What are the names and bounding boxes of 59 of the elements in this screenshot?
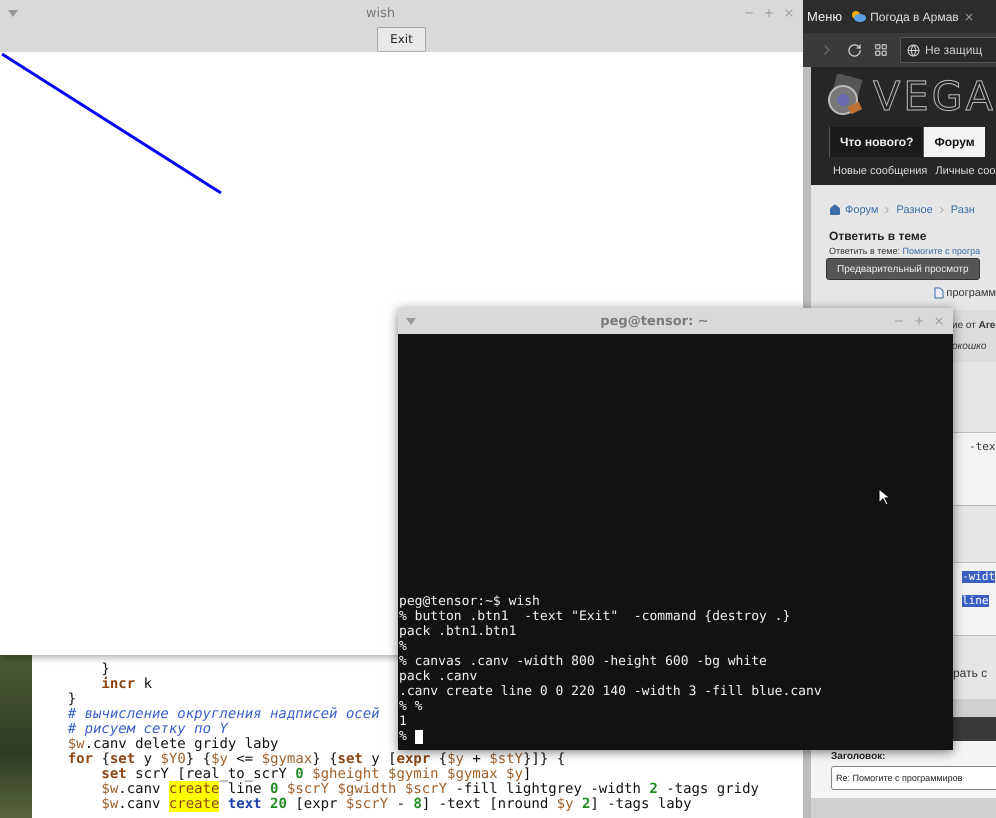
close-icon[interactable] (933, 315, 945, 327)
code-line: for {set y $Y0} {$y <= $gymax} {set y [expr {$y + $stY}]} { (66, 752, 566, 767)
nav-link[interactable]: Новые сообщения (833, 165, 928, 177)
menu-button[interactable]: Меню (807, 9, 842, 24)
nav-link[interactable]: Личные соо (935, 165, 996, 177)
code-line: } (66, 692, 76, 707)
grid-icon[interactable] (874, 43, 888, 57)
text-cursor (414, 730, 423, 744)
terminal-line: % % (399, 699, 422, 714)
quote-text: окошко (952, 341, 988, 352)
code-line: $w.canv create line 0 $scrY $gwidth $scrY -fill lightgrey -width 2 -tags gridy (100, 782, 759, 797)
globe-icon (907, 44, 920, 56)
logo-text: VEGA (873, 74, 996, 120)
menu-triangle-icon[interactable] (8, 10, 18, 16)
tab-title[interactable]: Погода в Армав (870, 10, 959, 24)
code-line: } (100, 662, 110, 677)
terminal-line: pack .canv (399, 669, 478, 684)
window-title: peg@tensor: ~ (599, 314, 710, 328)
field-label: Заголовок: (831, 751, 887, 762)
code-line: incr k (100, 677, 152, 692)
nav-tab[interactable]: Что нового? (829, 127, 924, 157)
close-icon[interactable] (783, 7, 795, 19)
reply-info: Ответить в теме: Помогите с програ (829, 246, 982, 256)
breadcrumb-link[interactable]: Форум (845, 204, 878, 216)
maximize-icon[interactable] (763, 7, 775, 19)
code-line: $w.canv delete gridy laby (66, 737, 278, 752)
section-heading: Ответить в теме (829, 229, 928, 243)
terminal-line: 1 (399, 714, 407, 729)
breadcrumb-link[interactable]: Разное (896, 204, 933, 216)
post-title: программ (946, 287, 996, 299)
reload-icon[interactable] (847, 42, 862, 58)
home-icon[interactable] (829, 204, 841, 216)
code-line: -tex (969, 441, 996, 453)
code-line: # рисуем сетку по Y (66, 722, 228, 737)
terminal-line: % (399, 729, 423, 744)
menu-triangle-icon[interactable] (406, 318, 416, 324)
nav-tab[interactable]: Форум (923, 127, 985, 157)
breadcrumb-link[interactable]: Разн (950, 204, 975, 216)
exit-button[interactable]: Exit (377, 26, 426, 52)
terminal-line: .canv create line 0 0 220 140 -width 3 -fill blue.canv (399, 684, 822, 699)
weather-icon (850, 10, 866, 23)
thread-link[interactable]: Помогите с програ (902, 246, 980, 256)
code-line: # вычисление округления надписей осей (66, 707, 380, 722)
preview-button[interactable]: Предварительный просмотр (826, 258, 980, 280)
code-line: set scrY [real_to_scrY 0 $gheight $gymin $gymax $y] (100, 767, 532, 782)
document-icon (934, 287, 944, 299)
address-bar[interactable]: Не защищ (900, 37, 996, 63)
mouse-pointer-icon (878, 488, 890, 506)
paragraph: рать с (952, 666, 988, 680)
terminal-line: peg@tensor:~$ wish (399, 594, 540, 609)
code-line: $w.canv create text 20 [expr $scrY - 8] -text [nround $y 2] -tags laby (100, 797, 692, 812)
maximize-icon[interactable] (913, 315, 925, 327)
title-field[interactable]: Re: Помогите с программиров (831, 766, 996, 790)
terminal-line: % button .btn1 -text "Exit" -command {destroy .} (399, 609, 790, 624)
terminal-line: pack .btn1.btn1 (399, 624, 516, 639)
terminal-line: % (399, 639, 407, 654)
close-tab-icon[interactable] (962, 10, 975, 22)
window-title: wish (364, 6, 396, 20)
terminal-line: % canvas .canv -width 800 -height 600 -bg white (399, 654, 767, 669)
